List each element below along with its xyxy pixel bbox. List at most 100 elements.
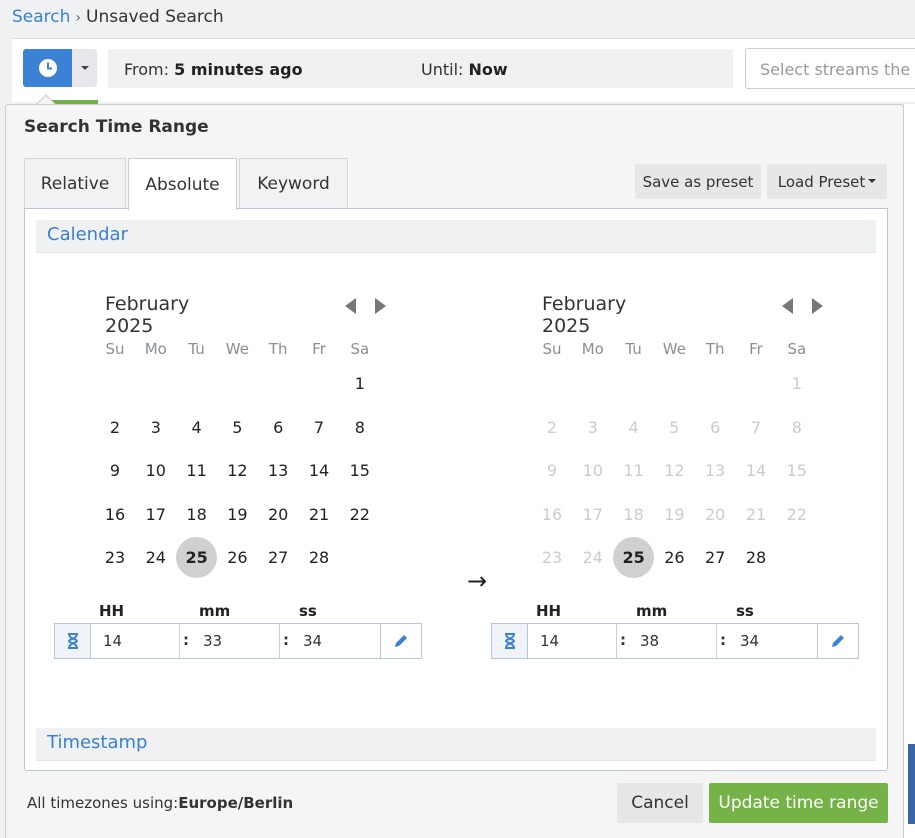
from-day-cell[interactable]: 23 — [95, 537, 136, 578]
to-day-cell: 4 — [628, 417, 639, 437]
from-day-cell[interactable]: 26 — [217, 537, 258, 578]
to-seconds-input[interactable]: 34 — [729, 624, 817, 658]
weekday-header: Tu — [625, 340, 642, 358]
to-day-cell: 1 — [791, 374, 802, 393]
hourglass-icon[interactable] — [492, 624, 528, 658]
until-display: Until: Now — [421, 60, 508, 79]
from-mm-label: mm — [199, 602, 231, 620]
time-range-dropdown-button[interactable] — [72, 49, 97, 87]
to-day-cell[interactable]: 27 — [695, 537, 736, 578]
from-day-cell[interactable]: 15 — [339, 450, 380, 491]
absolute-panel: Calendar February 2025 Su Mo Tu We Th Fr Sa 1 2 3 4… — [24, 208, 888, 771]
to-day-cell: 3 — [587, 417, 598, 437]
time-colon: : — [720, 631, 726, 649]
from-day-cell[interactable]: 16 — [95, 494, 136, 535]
tab-relative[interactable]: Relative — [24, 158, 126, 209]
tab-absolute[interactable]: Absolute — [128, 158, 237, 210]
to-day-cell: 2 — [546, 417, 558, 437]
to-day-cell: 21 — [745, 504, 767, 524]
pencil-icon[interactable] — [817, 624, 858, 658]
to-day-cell: 14 — [745, 461, 767, 480]
streams-select[interactable]: Select streams the se — [745, 48, 915, 89]
from-day-cell[interactable]: 12 — [217, 450, 258, 491]
breadcrumb: Search › Unsaved Search — [12, 7, 224, 27]
time-range-popover: Search Time Range Relative Absolute Keyw… — [5, 104, 904, 838]
from-hours-input[interactable]: 14 — [92, 624, 180, 658]
from-minutes-input[interactable]: 33 — [192, 624, 280, 658]
weekday-header: Th — [705, 340, 725, 358]
weekday-header: We — [225, 340, 249, 358]
to-day-cell: 17 — [582, 504, 603, 524]
from-day-cell[interactable]: 1 — [339, 363, 380, 404]
to-day-cell: 16 — [541, 504, 563, 524]
breadcrumb-search-link[interactable]: Search — [12, 7, 70, 27]
calendar-section-header: Calendar — [36, 220, 876, 253]
to-day-cell: 7 — [750, 417, 762, 437]
from-seconds-input[interactable]: 34 — [292, 624, 380, 658]
from-day-cell[interactable]: 28 — [299, 537, 340, 578]
chevron-right-icon[interactable] — [812, 298, 823, 314]
weekday-header: Fr — [749, 340, 763, 358]
to-day-cell[interactable]: 26 — [654, 537, 695, 578]
load-preset-label: Load Preset — [777, 172, 866, 191]
from-day-cell[interactable]: 14 — [299, 450, 340, 491]
from-day-cell[interactable]: 9 — [95, 450, 136, 491]
from-day-cell[interactable]: 7 — [299, 407, 340, 448]
to-minutes-input[interactable]: 38 — [629, 624, 717, 658]
pencil-icon[interactable] — [380, 624, 421, 658]
from-day-cell[interactable]: 18 — [176, 494, 217, 535]
from-day-cell[interactable]: 19 — [217, 494, 258, 535]
time-range-button[interactable] — [23, 49, 72, 87]
to-day-cell[interactable]: 25 — [613, 537, 655, 578]
time-colon: : — [283, 631, 289, 649]
update-time-range-button[interactable]: Update time range — [709, 783, 888, 823]
from-day-cell[interactable]: 10 — [135, 450, 176, 491]
from-day-cell[interactable]: 13 — [258, 450, 299, 491]
to-day-cell: 23 — [541, 548, 563, 567]
chevron-left-icon[interactable] — [782, 298, 793, 314]
to-day-cell: 15 — [786, 461, 807, 480]
chevron-left-icon[interactable] — [345, 298, 356, 314]
from-day-cell[interactable]: 24 — [135, 537, 176, 578]
tab-keyword[interactable]: Keyword — [239, 158, 348, 209]
weekday-header: Mo — [144, 340, 167, 358]
to-day-cell[interactable]: 28 — [736, 537, 777, 578]
weekday-header: Mo — [581, 340, 604, 358]
weekday-header: Su — [542, 340, 562, 358]
weekday-header: Tu — [188, 340, 205, 358]
save-preset-button[interactable]: Save as preset — [635, 164, 761, 199]
from-day-cell[interactable]: 17 — [135, 494, 176, 535]
from-day-cell[interactable]: 11 — [176, 450, 217, 491]
timezone-info: All timezones using:Europe/Berlin — [27, 794, 294, 812]
to-day-cell: 19 — [664, 504, 685, 524]
timestamp-section-header: Timestamp — [36, 728, 876, 761]
to-time-input: 14 : 38 : 34 — [491, 623, 859, 659]
chevron-right-icon[interactable] — [375, 298, 386, 314]
from-day-cell[interactable]: 21 — [299, 494, 340, 535]
from-hh-label: HH — [99, 602, 125, 620]
to-hours-input[interactable]: 14 — [529, 624, 617, 658]
from-day-cell[interactable]: 22 — [339, 494, 380, 535]
from-day-cell[interactable]: 3 — [135, 407, 176, 448]
from-day-cell[interactable]: 2 — [95, 407, 136, 448]
from-day-cell[interactable]: 27 — [258, 537, 299, 578]
from-day-cell[interactable]: 25 — [176, 537, 218, 578]
from-day-cell[interactable]: 6 — [258, 407, 299, 448]
from-display: From: 5 minutes ago — [124, 60, 303, 79]
load-preset-button[interactable]: Load Preset — [767, 164, 887, 199]
caret-down-icon — [868, 179, 877, 183]
from-day-cell[interactable]: 5 — [217, 407, 258, 448]
time-colon: : — [620, 631, 626, 649]
time-range-display[interactable]: From: 5 minutes ago Until: Now — [108, 49, 733, 88]
weekday-header: Sa — [350, 340, 370, 358]
from-day-cell[interactable]: 4 — [176, 407, 217, 448]
to-day-cell: 22 — [786, 504, 807, 524]
to-hh-label: HH — [536, 602, 562, 620]
hourglass-icon[interactable] — [55, 624, 91, 658]
results-panel-edge — [903, 104, 915, 838]
from-day-cell[interactable]: 8 — [339, 407, 380, 448]
cancel-button[interactable]: Cancel — [617, 783, 703, 823]
from-day-cell[interactable]: 20 — [258, 494, 299, 535]
to-day-cell: 10 — [582, 461, 603, 480]
caret-down-icon — [80, 66, 89, 70]
